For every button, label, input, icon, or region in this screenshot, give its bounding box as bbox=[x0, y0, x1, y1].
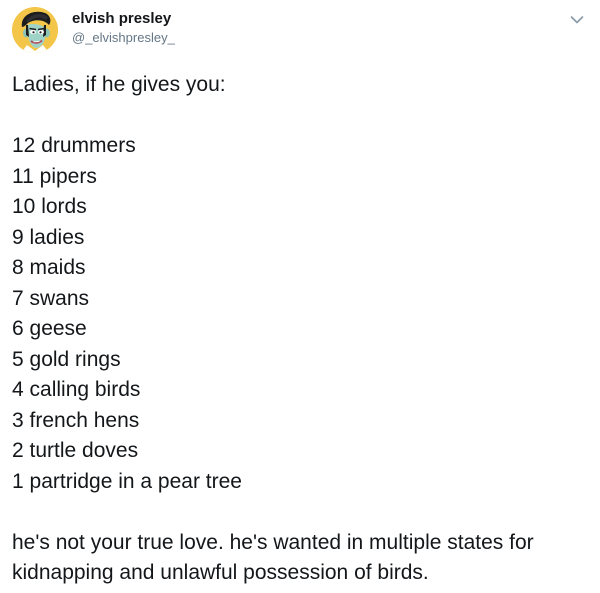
gift-list-item: 6 geese bbox=[12, 317, 87, 340]
tweet-intro: Ladies, if he gives you: bbox=[12, 73, 226, 96]
display-name[interactable]: elvish presley bbox=[72, 10, 175, 28]
gift-list-item: 7 swans bbox=[12, 286, 90, 310]
gift-list-item: 3 french hens bbox=[12, 408, 140, 432]
user-info: elvish presley @_elvishpresley_ bbox=[72, 10, 175, 47]
tweet-menu-button[interactable] bbox=[570, 12, 584, 24]
gift-list-item: 5 gold rings bbox=[12, 347, 121, 371]
gift-list-item: 11 pipers bbox=[12, 164, 97, 188]
tweet-body: Ladies, if he gives you: 12 drummers 11 p… bbox=[12, 70, 587, 589]
gift-list-item: 12 drummers bbox=[12, 134, 136, 157]
gift-list-item: 9 ladies bbox=[12, 225, 85, 249]
gift-list-item: 1 partridge in a pear tree bbox=[12, 469, 242, 493]
gift-list-item: 4 calling birds bbox=[12, 378, 141, 401]
elvis-avatar-icon bbox=[12, 7, 58, 53]
tweet-card: elvish presley @_elvishpresley_ Ladies, … bbox=[0, 0, 600, 593]
avatar[interactable] bbox=[12, 7, 58, 53]
chevron-down-icon bbox=[570, 16, 584, 24]
gift-list-item: 10 lords bbox=[12, 195, 87, 218]
gift-list: 12 drummers 11 pipers 10 lords 9 ladies 8 ma… bbox=[12, 131, 587, 497]
gift-list-item: 2 turtle doves bbox=[12, 439, 139, 462]
gift-list-item: 8 maids bbox=[12, 256, 86, 279]
user-handle[interactable]: @_elvishpresley_ bbox=[72, 29, 175, 47]
tweet-closing: he's not your true love. he's wanted in … bbox=[12, 530, 534, 585]
